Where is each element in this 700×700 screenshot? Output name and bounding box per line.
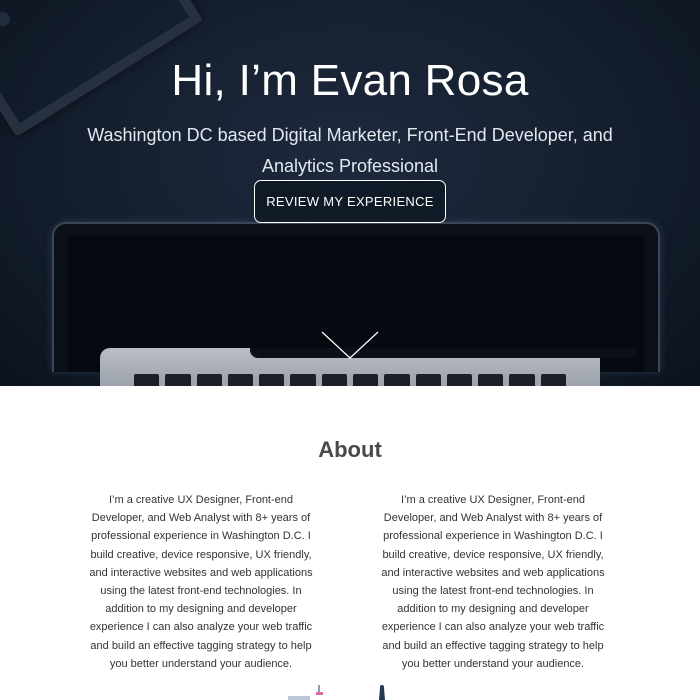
laptop-hinge [250,348,638,358]
laptop-keys [134,374,566,386]
review-experience-button[interactable]: REVIEW MY EXPERIENCE [254,180,446,223]
about-text-right: I’m a creative UX Designer, Front-end De… [381,494,605,670]
workspace-illustration-icon [288,685,385,700]
frame-pin-icon [0,9,13,29]
about-title: About [318,437,382,462]
hero-subtitle: Washington DC based Digital Marketer, Fr… [87,125,613,176]
hero-title: Hi, I’m Evan Rosa [171,56,529,105]
hero-section: Hi, I’m Evan Rosa Washington DC based Di… [0,0,700,386]
about-text-left: I’m a creative UX Designer, Front-end De… [89,494,313,670]
scroll-down-chevron-icon[interactable] [320,330,380,360]
